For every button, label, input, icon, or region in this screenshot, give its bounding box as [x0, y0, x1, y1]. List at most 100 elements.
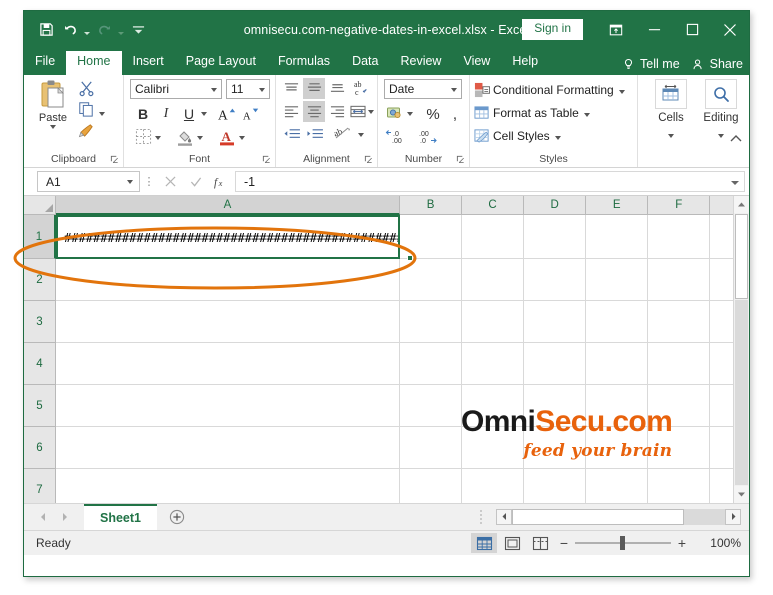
cell-c5[interactable]	[462, 385, 525, 427]
font-color-dropdown-caret-icon[interactable]	[236, 127, 247, 149]
column-header-d[interactable]: D	[524, 196, 587, 215]
fill-color-button[interactable]	[174, 127, 196, 149]
cell-a1[interactable]: ########################################…	[56, 215, 401, 259]
formula-input[interactable]: -1	[235, 171, 745, 192]
save-icon[interactable]	[34, 18, 58, 42]
cell-d7[interactable]	[524, 469, 587, 503]
page-layout-view-icon[interactable]	[499, 533, 525, 553]
cell-b1[interactable]	[400, 215, 463, 259]
scroll-right-arrow-icon[interactable]	[725, 508, 741, 525]
copy-dropdown-caret-icon[interactable]	[99, 103, 105, 121]
cell-e5[interactable]	[586, 385, 649, 427]
normal-view-icon[interactable]	[471, 533, 497, 553]
tab-help[interactable]: Help	[501, 51, 549, 75]
number-dialog-launcher-icon[interactable]	[456, 154, 465, 164]
number-format-caret-icon[interactable]	[451, 88, 457, 92]
column-header-f[interactable]: F	[648, 196, 711, 215]
row-header-2[interactable]: 2	[24, 259, 56, 301]
cell-f1[interactable]	[648, 215, 711, 259]
format-painter-button[interactable]	[78, 122, 118, 143]
share-button[interactable]: Share	[692, 57, 743, 71]
format-as-table-caret-icon[interactable]	[583, 106, 590, 120]
font-dialog-launcher-icon[interactable]	[262, 154, 271, 164]
sheet-tab-sheet1[interactable]: Sheet1	[84, 504, 157, 530]
align-right-button[interactable]	[326, 101, 348, 122]
cell-a2[interactable]	[56, 259, 400, 301]
customize-quick-access-toolbar-icon[interactable]	[126, 18, 150, 42]
redo-icon[interactable]	[92, 18, 116, 42]
next-sheet-arrow-icon[interactable]	[54, 504, 76, 530]
tab-file[interactable]: File	[24, 51, 66, 75]
undo-icon[interactable]	[58, 18, 82, 42]
cell-a6[interactable]	[56, 427, 400, 469]
tab-home[interactable]: Home	[66, 51, 122, 75]
percent-style-button[interactable]: %	[422, 103, 444, 125]
cell-c3[interactable]	[462, 301, 525, 343]
font-color-button[interactable]: A	[216, 127, 238, 149]
cell-d3[interactable]	[524, 301, 587, 343]
cell-f2[interactable]	[648, 259, 711, 301]
tab-insert[interactable]: Insert	[122, 51, 175, 75]
align-center-button[interactable]	[303, 101, 325, 122]
cell-styles-caret-icon[interactable]	[554, 129, 561, 143]
column-header-a[interactable]: A	[56, 196, 400, 215]
fill-handle[interactable]	[407, 255, 413, 261]
vertical-scroll-track[interactable]	[735, 300, 748, 485]
row-header-4[interactable]: 4	[24, 343, 56, 385]
cell-b3[interactable]	[400, 301, 463, 343]
paste-dropdown-caret-icon[interactable]	[30, 125, 76, 129]
cell-d6[interactable]	[524, 427, 587, 469]
tell-me-button[interactable]: Tell me	[622, 57, 680, 71]
conditional-formatting-button[interactable]: Conditional Formatting	[474, 79, 625, 100]
zoom-level-label[interactable]: 100%	[697, 536, 741, 550]
tab-data[interactable]: Data	[341, 51, 389, 75]
cell-e6[interactable]	[586, 427, 649, 469]
cell-e3[interactable]	[586, 301, 649, 343]
decrease-decimal-button[interactable]: .00 .0	[416, 127, 442, 149]
sheet-tab-split-handle[interactable]	[479, 509, 482, 525]
copy-button[interactable]	[78, 101, 118, 122]
column-header-e[interactable]: E	[586, 196, 649, 215]
minimize-icon[interactable]	[635, 11, 673, 48]
align-left-button[interactable]	[280, 101, 302, 122]
fill-color-dropdown-caret-icon[interactable]	[194, 127, 205, 149]
column-header-c[interactable]: C	[462, 196, 525, 215]
cell-a4[interactable]	[56, 343, 400, 385]
font-size-combobox[interactable]: 11	[226, 79, 270, 99]
zoom-slider[interactable]	[575, 533, 671, 553]
cell-d2[interactable]	[524, 259, 587, 301]
page-break-preview-icon[interactable]	[527, 533, 553, 553]
cell-c7[interactable]	[462, 469, 525, 503]
previous-sheet-arrow-icon[interactable]	[32, 504, 54, 530]
column-header-b[interactable]: B	[400, 196, 463, 215]
ribbon-display-options-icon[interactable]	[597, 11, 635, 48]
zoom-in-button[interactable]: +	[673, 533, 691, 553]
comma-style-button[interactable]: ,	[444, 103, 466, 125]
bold-button[interactable]: B	[132, 103, 154, 125]
vertical-scroll-thumb[interactable]	[735, 214, 748, 299]
cell-d4[interactable]	[524, 343, 587, 385]
font-name-caret-icon[interactable]	[211, 88, 217, 92]
cell-c1[interactable]	[462, 215, 525, 259]
cell-f7[interactable]	[648, 469, 711, 503]
cell-f5[interactable]	[648, 385, 711, 427]
font-size-caret-icon[interactable]	[259, 88, 265, 92]
number-format-combobox[interactable]: Date	[384, 79, 462, 99]
cell-b6[interactable]	[400, 427, 463, 469]
formula-bar-separator-handle[interactable]: ⋮	[140, 175, 158, 188]
cell-b5[interactable]	[400, 385, 463, 427]
cancel-x-icon[interactable]	[158, 171, 183, 193]
tab-review[interactable]: Review	[389, 51, 452, 75]
tab-view[interactable]: View	[452, 51, 501, 75]
underline-button[interactable]: U	[178, 103, 200, 125]
cell-b2[interactable]	[400, 259, 463, 301]
insert-function-fx-icon[interactable]: f x	[208, 171, 233, 193]
cell-c2[interactable]	[462, 259, 525, 301]
scroll-left-arrow-icon[interactable]	[496, 508, 512, 525]
underline-dropdown-caret-icon[interactable]	[198, 103, 209, 125]
alignment-dialog-launcher-icon[interactable]	[364, 154, 373, 164]
horizontal-scrollbar[interactable]	[496, 508, 741, 525]
add-sheet-plus-icon[interactable]	[157, 504, 197, 530]
paste-button[interactable]: Paste	[30, 79, 76, 129]
cell-c6[interactable]	[462, 427, 525, 469]
